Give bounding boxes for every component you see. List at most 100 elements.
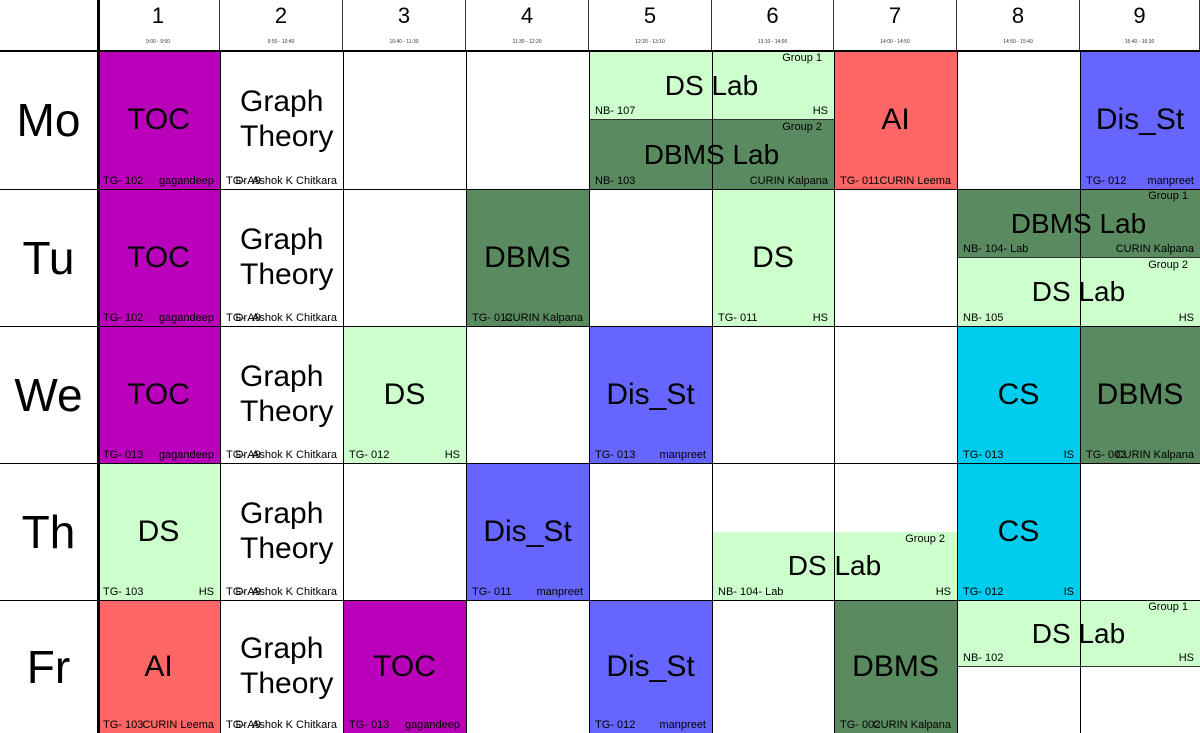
header-divider [0,50,1200,52]
period-number: 7 [888,3,902,28]
room-label: NB- 103 [595,175,636,187]
room-label: TG- 013 [595,449,636,461]
teacher-label: manpreet [1147,175,1194,187]
period-number: 4 [520,3,534,28]
teacher-label: CURIN Leema [879,175,951,187]
room-label: TG- 013 [103,449,144,461]
subject-label: Graph Theory [240,359,334,428]
room-label: TG- 013 [963,449,1004,461]
class-block-graph-theory[interactable]: Graph Theory TG- A9 Dr. Ashok K Chitkara [220,326,343,463]
row-divider [0,326,1200,327]
teacher-label: Dr. Ashok K Chitkara [235,586,338,598]
period-header: 1 9:00 - 9:50 [97,0,220,51]
day-label: Mo [16,94,81,146]
room-label: TG- 011 [840,175,880,187]
subject-label: DS Lab [1031,276,1126,307]
class-block-ds-lab[interactable]: DS Lab Group 1 NB- 102 HS [957,600,1200,667]
group-label: Group 2 [1148,259,1188,271]
room-label: TG- 012 [1086,175,1127,187]
period-header: 8 14:50 - 15:40 [957,0,1080,51]
column-divider [834,51,835,733]
teacher-label: Dr. Ashok K Chitkara [235,312,338,324]
period-number: 6 [766,3,779,28]
day-label: We [14,368,83,421]
class-block-dbms[interactable]: DBMS TG- 003 CURIN Kalpana [1080,326,1200,463]
class-block-ds-lab[interactable]: DS Lab Group 2 NB- 105 HS [957,258,1200,326]
teacher-label: HS [444,449,460,461]
teacher-label: manpreet [536,586,583,598]
teacher-label: Dr. Ashok K Chitkara [235,175,338,187]
subject-label: DS [383,377,426,411]
period-header: 7 14:00 - 14:50 [834,0,957,51]
class-block-toc[interactable]: TOC TG- 013 gagandeep [97,326,220,463]
teacher-label: CURIN Kalpana [749,175,828,187]
row-divider [0,600,1200,601]
period-time: 9:50 - 10:40 [267,39,295,45]
subject-label: DS Lab [1031,617,1126,649]
class-block-dbms[interactable]: DBMS TG- 012 CURIN Kalpana [466,189,589,326]
class-block-dis-st[interactable]: Dis_St TG- 012 manpreet [1080,51,1200,189]
teacher-label: gagandeep [158,312,214,324]
subject-label: CS [997,514,1040,548]
room-label: NB- 104- Lab [963,243,1029,255]
class-block-dis-st[interactable]: Dis_St TG- 011 manpreet [466,463,589,600]
class-block-toc[interactable]: TOC TG- 102 gagandeep [97,189,220,326]
class-block-ai[interactable]: AI TG- 103 CURIN Leema [97,600,220,733]
teacher-label: CURIN Leema [142,719,214,731]
timetable: 1 9:00 - 9:50 2 9:50 - 10:40 3 10:40 - 11:30 4… [0,0,1200,733]
class-block-ds[interactable]: DS TG- 011 HS [712,189,834,326]
teacher-label: Dr. Ashok K Chitkara [235,719,338,731]
class-block-dis-st[interactable]: Dis_St TG- 012 manpreet [589,600,712,733]
teacher-label: HS [812,105,828,117]
subject-label: Dis_St [606,377,695,411]
room-label: TG- 012 [963,586,1004,598]
day-label: Fr [26,640,71,693]
class-block-graph-theory[interactable]: Graph Theory TG- A9 Dr. Ashok K Chitkara [220,463,343,600]
column-divider [957,51,958,733]
day-label: Tu [22,231,75,284]
period-number: 9 [1133,3,1146,28]
subject-label: CS [997,377,1040,411]
class-block-dbms[interactable]: DBMS TG- 002 CURIN Kalpana [834,600,957,733]
class-block-ai[interactable]: AI TG- 011 CURIN Leema [834,51,957,189]
room-label: TG- 102 [103,312,144,324]
class-block-ds[interactable]: DS TG- 012 HS [343,326,466,463]
class-block-toc[interactable]: TOC TG- 102 gagandeep [97,51,220,189]
period-time: 13:10 - 14:00 [757,39,788,45]
class-block-cs[interactable]: CS TG- 013 IS [957,326,1080,463]
teacher-label: gagandeep [158,175,214,187]
column-divider [220,51,221,733]
class-block-dbms-lab[interactable]: DBMS Lab Group 1 NB- 104- Lab CURIN Kalpana [957,189,1200,258]
period-time: 14:50 - 15:40 [1003,39,1033,45]
period-header: 6 13:10 - 14:00 [712,0,834,51]
period-header: 4 11:30 - 12:20 [466,0,589,51]
class-block-graph-theory[interactable]: Graph Theory TG- A9 Dr. Ashok K Chitkara [220,189,343,326]
period-header: 2 9:50 - 10:40 [220,0,343,51]
subject-label: Graph Theory [240,222,334,291]
subject-label: Graph Theory [240,496,334,565]
teacher-label: IS [1063,586,1074,598]
class-block-dis-st[interactable]: Dis_St TG- 013 manpreet [589,326,712,463]
column-divider [97,0,100,733]
teacher-label: HS [935,586,951,598]
period-number: 1 [151,3,165,28]
period-time: 14:00 - 14:50 [880,39,910,45]
row-divider [0,189,1200,190]
class-block-graph-theory[interactable]: Graph Theory TG- A9 Dr. Ashok K Chitkara [220,600,343,733]
teacher-label: gagandeep [158,449,214,461]
teacher-label: manpreet [659,719,706,731]
teacher-label: HS [1178,312,1194,324]
column-divider [712,51,713,733]
period-time: 12:20 - 13:10 [635,39,665,45]
teacher-label: CURIN Kalpana [1115,449,1194,461]
column-divider [1080,51,1081,733]
room-label: NB- 102 [963,652,1004,664]
class-block-ds[interactable]: DS TG- 103 HS [97,463,220,600]
class-block-cs[interactable]: CS TG- 012 IS [957,463,1080,600]
column-divider [589,51,590,733]
period-header: 5 12:20 - 13:10 [589,0,712,51]
subject-label: DS [137,514,180,548]
class-block-toc[interactable]: TOC TG- 013 gagandeep [343,600,466,733]
teacher-label: HS [1178,652,1194,664]
class-block-graph-theory[interactable]: Graph Theory TG- A9 Dr. Ashok K Chitkara [220,51,343,189]
